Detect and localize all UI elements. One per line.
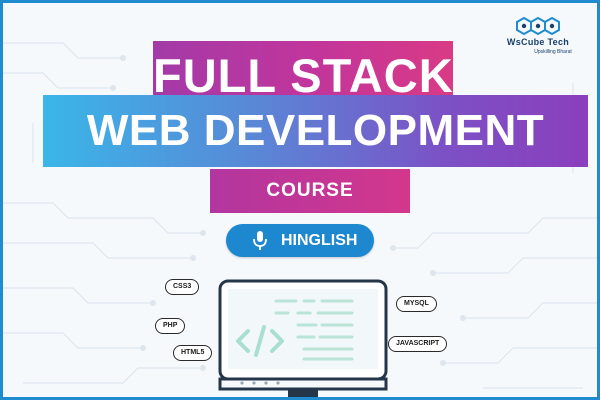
language-label: HINGLISH — [281, 232, 358, 249]
tech-tag-mysql: MYSQL — [396, 296, 437, 312]
language-badge: HINGLISH — [226, 224, 374, 257]
tech-tag-css3: CSS3 — [165, 279, 200, 295]
brand-tagline: Upskilling Bharat — [534, 49, 572, 55]
hexagon-cubes-icon — [516, 17, 560, 36]
tech-tag-php: PHP — [155, 318, 186, 334]
tech-tag-javascript: JAVASCRIPT — [388, 336, 448, 352]
microphone-icon — [253, 231, 267, 250]
course-banner: WsCube Tech Upskilling Bharat FULL STACK… — [0, 0, 600, 400]
tech-tag-html5: HTML5 — [173, 345, 213, 361]
headline-line-2: WEB DEVELOPMENT — [43, 95, 588, 167]
monitor-illustration — [218, 279, 388, 397]
brand-logo: WsCube Tech Upskilling Bharat — [493, 17, 583, 67]
headline-line-3: COURSE — [210, 169, 410, 213]
brand-name: WsCube Tech — [506, 37, 570, 47]
